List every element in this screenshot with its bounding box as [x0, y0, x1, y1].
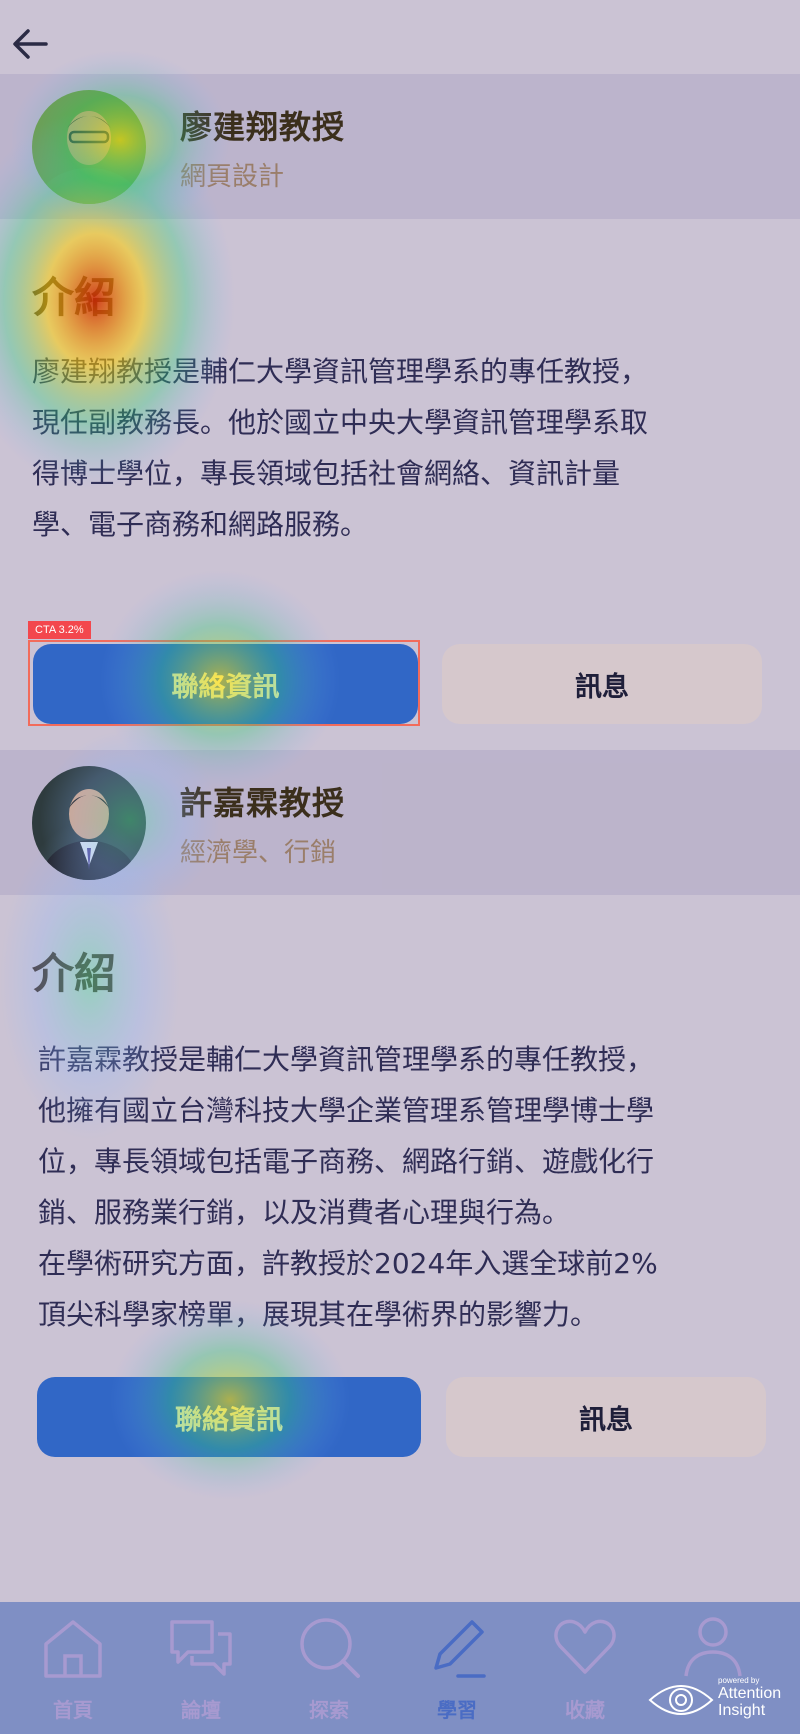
- nav-item-explore[interactable]: 探索: [264, 1602, 394, 1734]
- intro-text: 廖建翔教授是輔仁大學資訊管理學系的專任教授， 現任副教務長。他於國立中央大學資訊…: [32, 355, 649, 541]
- nav-label-explore: 探索: [309, 1698, 349, 1722]
- nav-item-learn[interactable]: 學習: [392, 1602, 522, 1734]
- arrow-left-icon: [13, 29, 48, 59]
- avatar: [32, 90, 146, 204]
- nav-item-forum[interactable]: 論壇: [136, 1602, 266, 1734]
- profile-icon: [684, 1617, 742, 1677]
- professor-field: 經濟學、行銷: [180, 838, 337, 868]
- nav-label-forum: 論壇: [181, 1698, 221, 1722]
- heart-icon: [554, 1619, 616, 1674]
- contact-info-button[interactable]: 聯絡資訊: [37, 1377, 421, 1457]
- nav-label-home: 首頁: [53, 1698, 93, 1722]
- message-button[interactable]: 訊息: [446, 1377, 766, 1457]
- professor-field: 網頁設計: [180, 162, 285, 192]
- professor-list-page: 廖建翔教授 網頁設計 介紹 廖建翔教授是輔仁大學資訊管理學系的專任教授， 現任副…: [0, 0, 800, 1734]
- professor-name: 許嘉霖教授: [180, 784, 346, 822]
- intro-heading: 介紹: [32, 949, 117, 998]
- intro-heading: 介紹: [32, 273, 117, 322]
- search-icon: [300, 1618, 360, 1678]
- nav-label-learn: 學習: [437, 1698, 477, 1722]
- attention-insight-watermark: powered by Attention Insight: [648, 1676, 798, 1724]
- avatar: [32, 766, 146, 880]
- nav-item-favorites[interactable]: 收藏: [520, 1602, 650, 1734]
- cta-metric-badge: CTA 3.2%: [28, 621, 91, 639]
- message-button[interactable]: 訊息: [442, 644, 762, 724]
- nav-item-home[interactable]: 首頁: [8, 1602, 138, 1734]
- eye-logo-icon: [648, 1685, 714, 1715]
- home-icon: [44, 1620, 102, 1678]
- professor-card-header[interactable]: 廖建翔教授 網頁設計: [0, 74, 800, 219]
- professor-name: 廖建翔教授: [180, 108, 346, 146]
- contact-info-button[interactable]: 聯絡資訊: [33, 644, 418, 724]
- intro-text: 許嘉霖教授是輔仁大學資訊管理學系的專任教授， 他擁有國立台灣科技大學企業管理系管…: [38, 1043, 658, 1331]
- forum-icon: [170, 1620, 232, 1676]
- back-button[interactable]: [0, 14, 60, 74]
- professor-card-header[interactable]: 許嘉霖教授 經濟學、行銷: [0, 750, 800, 895]
- pen-icon: [434, 1620, 486, 1678]
- nav-label-favorites: 收藏: [565, 1698, 605, 1722]
